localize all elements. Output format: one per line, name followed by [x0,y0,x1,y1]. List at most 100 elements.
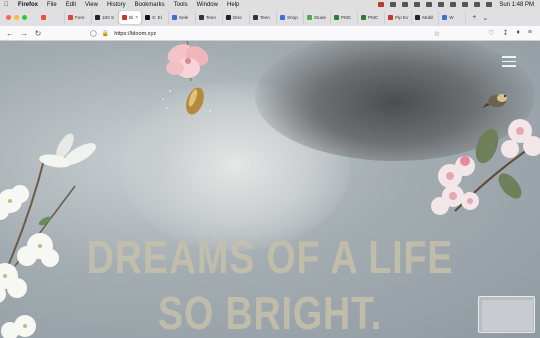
tab-favicon-icon [122,15,127,20]
status-app-icon[interactable] [390,2,397,7]
close-tab-icon[interactable]: × [135,15,138,21]
control-center-icon[interactable] [486,2,493,7]
browser-tab[interactable]: 100 S [92,11,119,24]
tab-strip: Fore 100 S Bl × X: El Sele Teen Disc Teen Shop Stu… [0,9,540,26]
menu-history[interactable]: History [107,2,126,8]
browser-tab[interactable]: Fore [65,11,92,24]
tab-label: Stude [314,15,327,20]
tab-favicon-icon [145,15,151,20]
lock-icon[interactable]: 🔒 [102,30,109,37]
tab-favicon-icon [388,15,394,20]
tab-label: PMC [368,15,379,20]
menu-help[interactable]: Help [227,2,239,8]
address-bar[interactable]: ◯ 🔒 https://bloom.xyz ☆ [90,28,440,39]
back-arrow-icon[interactable]: ← [6,29,14,38]
tab-favicon-icon [68,15,73,20]
tab-list-chevron-icon[interactable]: ⌄ [482,14,488,22]
tab-label: Teen [206,15,216,20]
url-text[interactable]: https://bloom.xyz [114,31,156,37]
menu-window[interactable]: Window [197,2,218,8]
tab-favicon-icon [442,15,448,20]
tab-label: Fore [75,15,85,20]
tab-label: Bl [129,15,134,20]
headline-line-2: SO BRIGHT. [157,287,383,338]
menu-view[interactable]: View [85,2,98,8]
tab-label: X: El [152,15,162,20]
apple-menu-icon[interactable]:  [4,2,10,8]
navigation-bar: ← → ↻ ◯ 🔒 https://bloom.xyz ☆ ♡ ↧ ♦ ≡ [0,26,540,41]
browser-tab[interactable]: Mobil [412,11,440,24]
menu-clock[interactable]: Sun 1:48 PM [499,2,534,8]
menu-bookmarks[interactable]: Bookmarks [135,2,165,8]
toolbar-icons: ♡ ↧ ♦ ≡ [480,29,532,37]
tab-favicon-icon [334,15,340,20]
tab-favicon-icon [415,15,421,20]
picture-in-picture-window[interactable] [478,296,535,333]
browser-tab[interactable] [38,11,65,24]
window-controls [6,15,30,20]
minimize-window-button[interactable] [14,15,19,20]
download-icon[interactable]: ↧ [502,29,508,37]
tab-label: Disc [233,15,242,20]
menu-icon[interactable]: ≡ [528,29,532,37]
browser-tab[interactable]: PMC [358,11,386,24]
pip-preview[interactable] [482,300,533,331]
tab-favicon-icon [253,15,259,20]
pink-blossom-branch-image [431,119,540,215]
menu-tools[interactable]: Tools [174,2,188,8]
tab-label: Mobil [422,15,434,20]
tab-label: W [449,15,454,20]
browser-tab[interactable]: Pip Ev [385,11,413,24]
browser-tab[interactable]: X: El [142,11,170,24]
tab-favicon-icon [95,15,100,20]
browser-tab[interactable]: Shop [277,11,305,24]
status-app-icon[interactable] [426,2,433,7]
headline-line-1: DREAMS OF A LIFE [86,231,454,283]
wifi-icon[interactable] [462,2,469,7]
search-icon[interactable] [474,2,481,7]
tab-favicon-icon [172,15,178,20]
tab-active[interactable]: Bl × [119,11,143,24]
browser-tab[interactable]: Teen [250,11,278,24]
bird-image [482,94,507,108]
tab-label: 100 S [102,15,115,20]
hero-headline: DREAMS OF A LIFE SO BRIGHT. [49,229,492,338]
forward-arrow-icon[interactable]: → [20,29,28,38]
tab-label: Teen [260,15,270,20]
battery-icon[interactable] [450,2,457,7]
browser-tab[interactable]: PMC [331,11,359,24]
status-app-icon[interactable] [402,2,409,7]
new-tab-icon[interactable]: + [472,14,476,21]
status-app-icon[interactable] [414,2,421,7]
menu-file[interactable]: File [47,2,57,8]
browser-tab[interactable]: Stude [304,11,332,24]
tab-label: Shop [287,15,298,20]
pocket-icon[interactable]: ♡ [488,29,494,37]
shield-icon[interactable]: ◯ [90,30,97,37]
tab-favicon-icon [307,15,313,20]
tab-label: PMC [341,15,352,20]
status-app-icon[interactable] [378,2,385,7]
macos-menu-bar:  Firefox File Edit View History Bookmar… [0,0,540,9]
tab-favicon-icon [199,15,205,20]
tab-label: Pip Ev [395,15,409,20]
menu-app-name[interactable]: Firefox [18,2,38,8]
zoom-window-button[interactable] [22,15,27,20]
bookmark-star-icon[interactable]: ☆ [434,30,440,38]
browser-tab[interactable]: W [439,11,467,24]
website-viewport: DREAMS OF A LIFE SO BRIGHT. [0,41,540,338]
reload-icon[interactable]: ↻ [34,29,42,38]
close-window-button[interactable] [6,15,11,20]
status-icons: Sun 1:48 PM [372,0,534,9]
tab-label: Sele [179,15,189,20]
bluetooth-icon[interactable] [438,2,445,7]
extensions-icon[interactable]: ♦ [516,29,520,37]
hanging-flower-image [162,41,211,115]
browser-tab[interactable]: Sele [169,11,197,24]
tab-favicon-icon [226,15,232,20]
menu-edit[interactable]: Edit [66,2,76,8]
tab-favicon-icon [280,15,286,20]
hamburger-menu-icon[interactable] [502,56,516,70]
browser-tab[interactable]: Disc [223,11,251,24]
browser-tab[interactable]: Teen [196,11,224,24]
